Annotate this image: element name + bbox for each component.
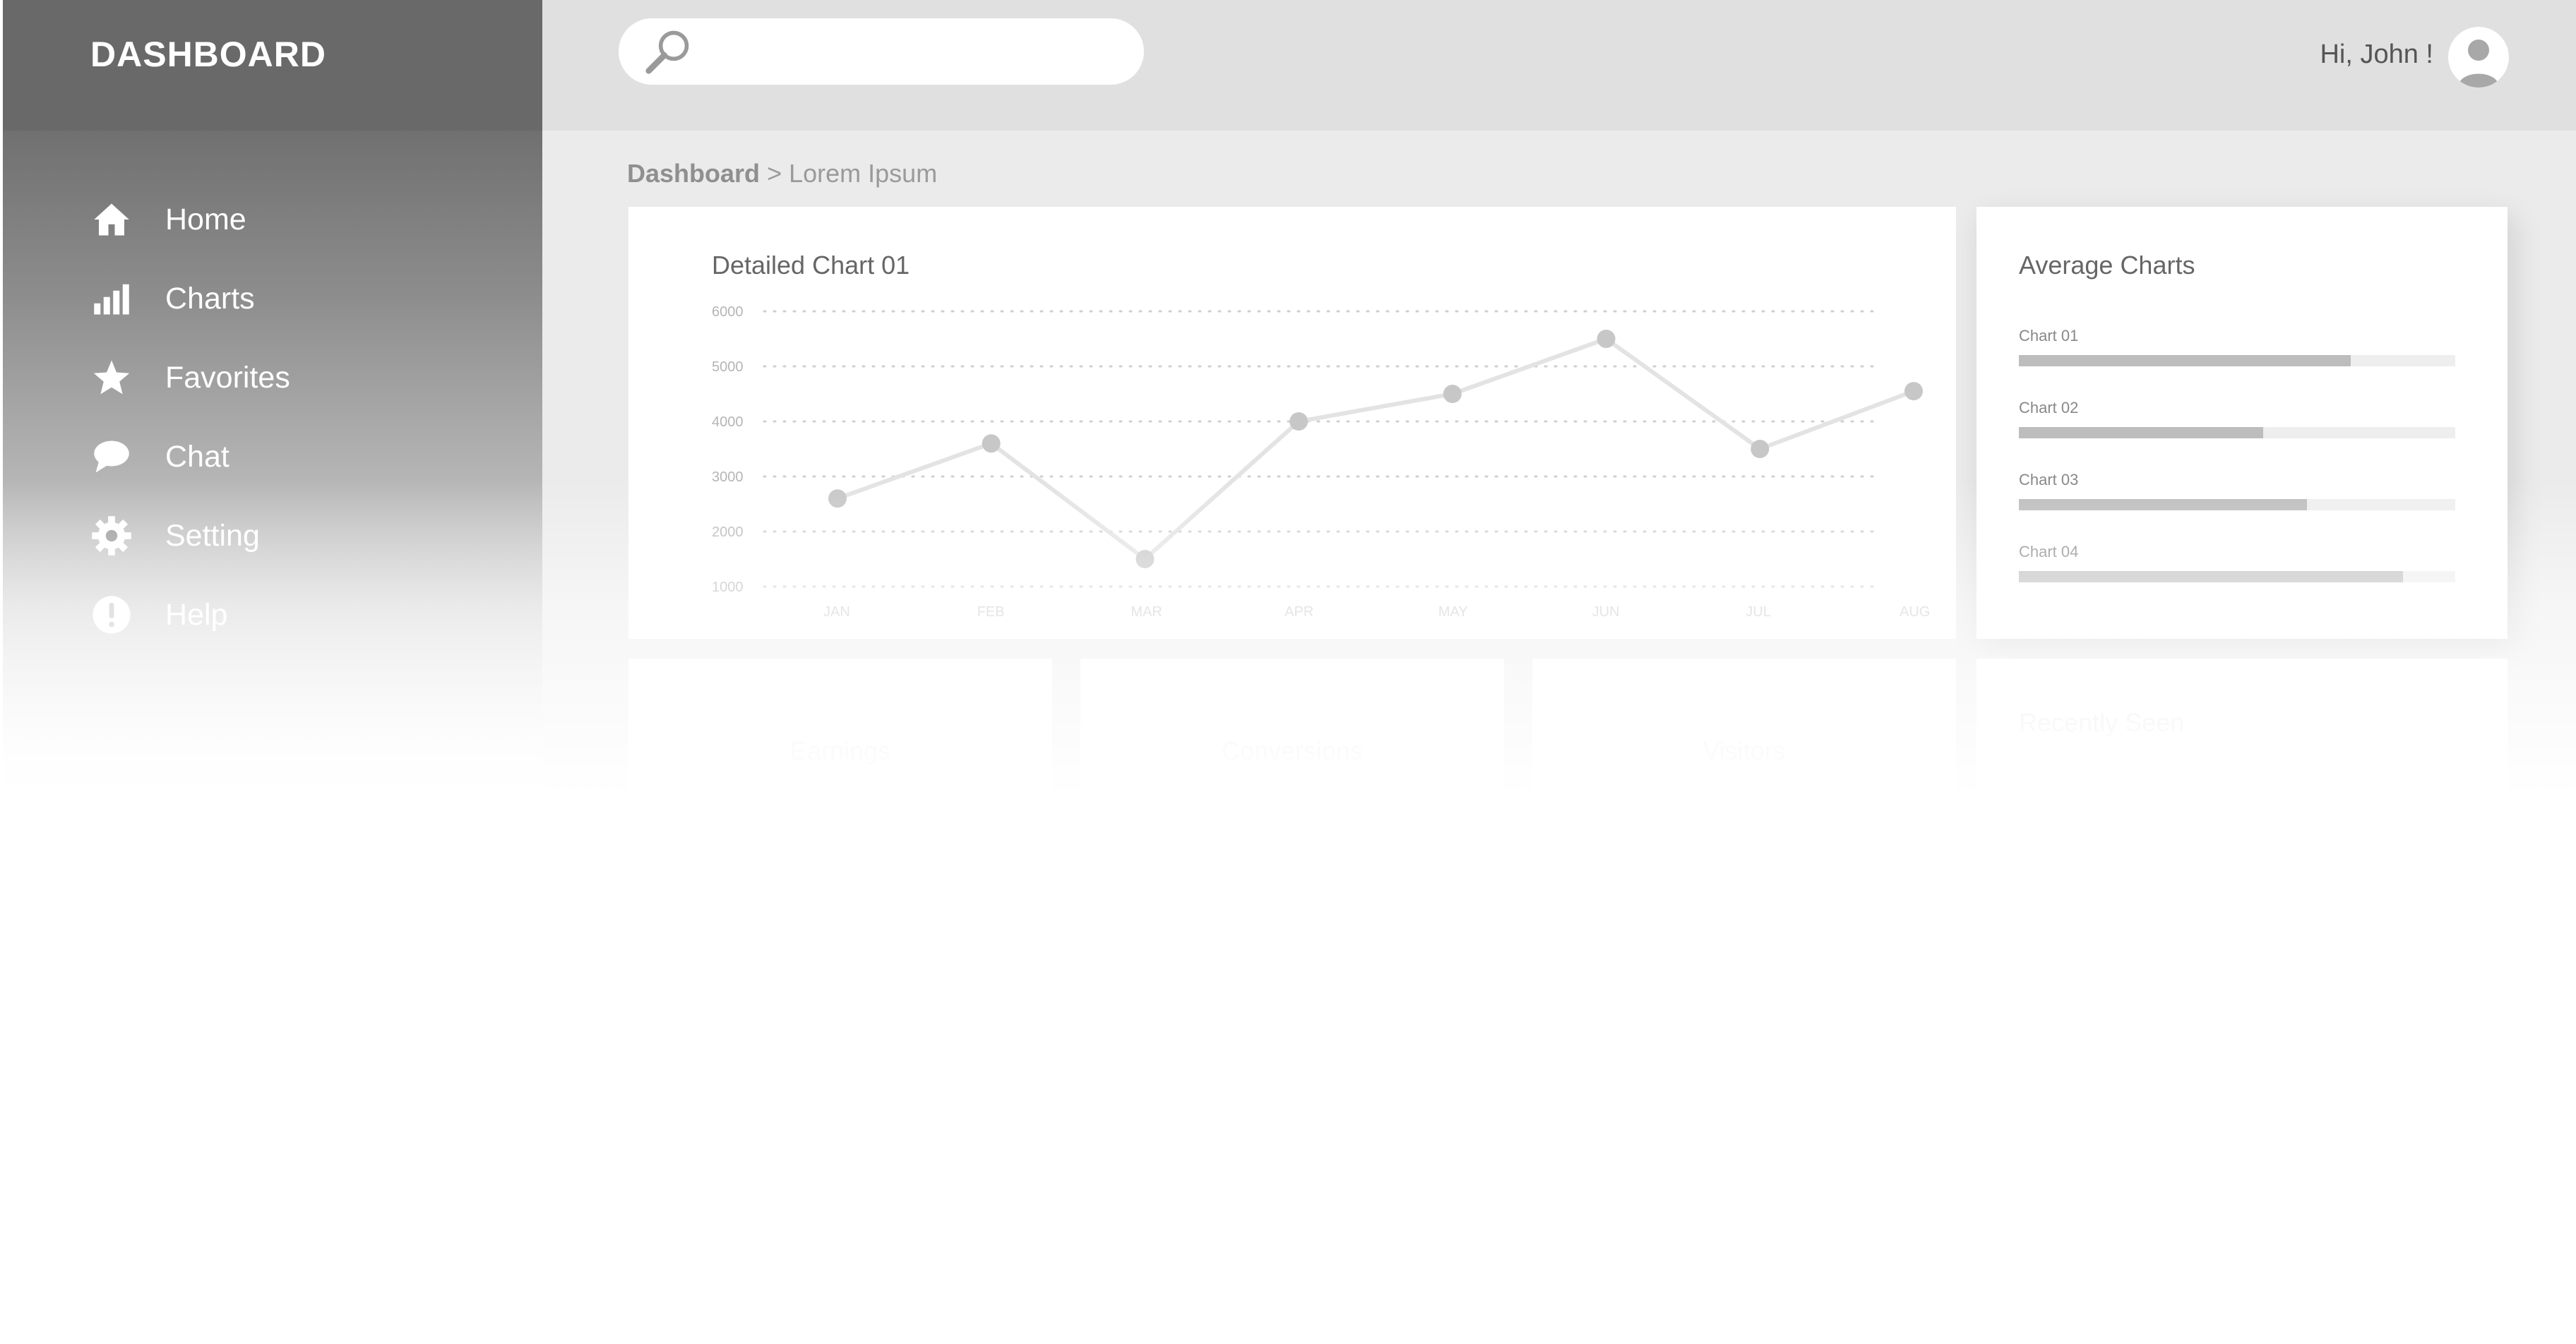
line-chart: 6000 5000 4000 3000 2000 1000 JAN FEB MAR APR MAY J… xyxy=(712,304,1930,620)
search-input[interactable] xyxy=(619,18,1144,85)
breadcrumb-root[interactable]: Dashboard xyxy=(627,159,760,188)
user-greeting: Hi, John ! xyxy=(2320,40,2433,69)
y-tick-label: 1000 xyxy=(712,580,744,595)
progress-track xyxy=(2019,355,2455,366)
sidebar-item-label: Help xyxy=(165,597,228,632)
data-point xyxy=(1443,385,1462,403)
recently-seen-title: Recently Seen xyxy=(2019,708,2185,737)
average-chart-item: Chart 03 xyxy=(2019,471,2455,510)
progress-fill xyxy=(2019,355,2351,366)
breadcrumb: Dashboard > Lorem Ipsum xyxy=(627,159,937,188)
sidebar-item-help[interactable]: Help xyxy=(90,583,486,647)
x-tick-label: MAR xyxy=(1131,604,1162,620)
x-tick-label: MAY xyxy=(1438,604,1468,620)
sidebar: DASHBOARD Home Charts Favorites Chat Set… xyxy=(0,0,542,812)
data-point xyxy=(1289,412,1308,431)
x-tick-label: JUN xyxy=(1592,604,1620,620)
search-icon[interactable] xyxy=(645,27,693,78)
sidebar-item-chat[interactable]: Chat xyxy=(90,425,486,488)
average-chart-label: Chart 03 xyxy=(2019,471,2079,488)
gear-icon xyxy=(90,515,133,557)
average-charts-card: Average Charts Chart 01 Chart 02 Chart 0… xyxy=(1976,207,2508,639)
sidebar-item-home[interactable]: Home xyxy=(90,188,486,251)
breadcrumb-separator: > xyxy=(767,159,782,188)
home-icon xyxy=(90,198,133,241)
sidebar-item-label: Chat xyxy=(165,439,229,474)
sidebar-item-charts[interactable]: Charts xyxy=(90,267,486,330)
sidebar-item-label: Charts xyxy=(165,281,255,316)
average-chart-item: Chart 01 xyxy=(2019,327,2455,366)
breadcrumb-current: Lorem Ipsum xyxy=(789,159,938,188)
progress-track xyxy=(2019,499,2455,510)
data-point xyxy=(828,489,847,508)
main-content: Dashboard > Lorem Ipsum Detailed Chart 0… xyxy=(542,131,2576,814)
conversions-card[interactable]: Conversions xyxy=(1080,659,1504,814)
progress-track xyxy=(2019,571,2455,582)
data-point xyxy=(1904,382,1923,401)
progress-fill xyxy=(2019,571,2403,582)
detailed-chart-card: Detailed Chart 01 6000 5000 4000 3000 2000 10… xyxy=(628,207,1956,639)
average-chart-label: Chart 04 xyxy=(2019,543,2079,560)
x-tick-label: AUG xyxy=(1900,604,1930,620)
data-point xyxy=(1597,330,1616,348)
sidebar-item-label: Setting xyxy=(165,518,260,553)
data-point xyxy=(1751,440,1770,458)
progress-fill xyxy=(2019,427,2264,438)
card-label: Visitors xyxy=(1703,736,1786,765)
average-chart-item: Chart 02 xyxy=(2019,399,2455,438)
data-point xyxy=(1135,550,1155,568)
sidebar-item-label: Home xyxy=(165,202,246,236)
average-chart-item: Chart 04 xyxy=(2019,543,2455,582)
earnings-card[interactable]: Earnings xyxy=(628,659,1052,814)
x-tick-label: FEB xyxy=(977,604,1005,620)
top-bar: Hi, John ! xyxy=(542,0,2576,131)
x-tick-label: JUL xyxy=(1746,604,1771,620)
chat-bubble-icon xyxy=(90,436,133,478)
sidebar-item-setting[interactable]: Setting xyxy=(90,504,486,568)
average-chart-label: Chart 01 xyxy=(2019,327,2079,344)
y-tick-label: 3000 xyxy=(712,469,744,485)
sidebar-header: DASHBOARD xyxy=(3,0,542,131)
visitors-card[interactable]: Visitors xyxy=(1532,659,1956,814)
sidebar-item-label: Favorites xyxy=(165,360,290,395)
y-tick-label: 2000 xyxy=(712,524,744,540)
star-icon xyxy=(90,356,133,399)
data-point xyxy=(982,434,1001,453)
average-charts-title: Average Charts xyxy=(2019,251,2195,280)
average-chart-label: Chart 02 xyxy=(2019,399,2079,416)
y-tick-label: 4000 xyxy=(712,414,744,430)
x-tick-label: JAN xyxy=(823,604,850,620)
dashboard-app: DASHBOARD Home Charts Favorites Chat Set… xyxy=(0,0,2576,819)
sidebar-item-favorites[interactable]: Favorites xyxy=(90,346,486,409)
user-icon xyxy=(2458,40,2499,88)
progress-track xyxy=(2019,427,2455,438)
y-tick-label: 6000 xyxy=(712,304,744,320)
help-icon xyxy=(90,594,133,636)
progress-fill xyxy=(2019,499,2307,510)
x-tick-label: APR xyxy=(1284,604,1313,620)
card-label: Conversions xyxy=(1221,736,1364,765)
y-tick-label: 5000 xyxy=(712,359,744,375)
brand-title: DASHBOARD xyxy=(90,35,326,74)
card-label: Earnings xyxy=(789,736,891,765)
avatar[interactable] xyxy=(2448,27,2509,88)
bar-chart-icon xyxy=(90,277,133,320)
recently-seen-card: Recently Seen xyxy=(1976,659,2508,814)
